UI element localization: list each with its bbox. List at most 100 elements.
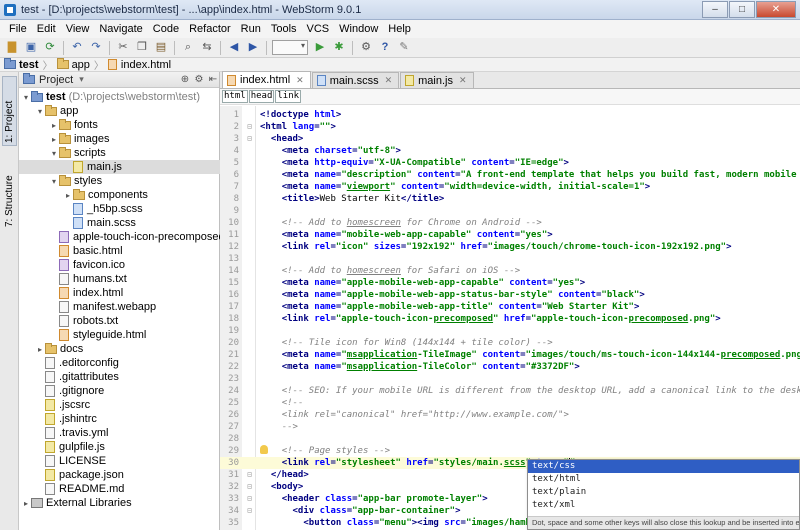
tree-item[interactable]: styleguide.html [19, 328, 146, 342]
replace-icon[interactable]: ⇆ [199, 40, 215, 56]
tree-item[interactable]: humans.txt [19, 272, 127, 286]
fold-marker-icon[interactable]: ⊟ [245, 133, 254, 145]
tab-main-scss[interactable]: main.scss ✕ [311, 72, 400, 88]
close-tab-icon[interactable]: ✕ [296, 75, 304, 86]
hide-panel-icon[interactable]: ⇤ [207, 74, 219, 85]
menu-tools[interactable]: Tools [266, 20, 302, 38]
tree-item[interactable]: main.scss [19, 216, 136, 230]
tree-item[interactable]: package.json [19, 468, 124, 482]
tree-item[interactable]: manifest.webapp [19, 300, 156, 314]
tree-item[interactable]: LICENSE [19, 454, 106, 468]
expanded-arrow-icon[interactable]: ▾ [35, 107, 45, 116]
image-file-icon [59, 231, 69, 243]
tag-breadcrumb-html[interactable]: html [222, 90, 248, 103]
refresh-icon[interactable]: ⟳ [42, 40, 58, 56]
tree-item[interactable]: .gitignore [19, 384, 104, 398]
fold-marker-icon[interactable]: ⊟ [245, 481, 254, 493]
tree-item[interactable]: ▾ scripts [19, 146, 106, 160]
tab-project-tool-window[interactable]: 1: Project [2, 76, 17, 146]
tree-item[interactable]: ▸ images [19, 132, 109, 146]
fold-marker-icon[interactable]: ⊟ [245, 469, 254, 481]
tree-item[interactable]: main.js [19, 160, 220, 174]
fold-marker-icon[interactable]: ⊟ [245, 505, 254, 517]
project-view-combo[interactable]: Project ▾ [23, 73, 84, 86]
breadcrumb-project[interactable]: test [4, 58, 39, 71]
find-icon[interactable]: ⌕ [180, 40, 196, 56]
open-folder-icon[interactable]: ▇ [4, 40, 20, 56]
tree-item[interactable]: .jshintrc [19, 412, 97, 426]
collapsed-arrow-icon[interactable]: ▸ [49, 121, 59, 130]
tree-item[interactable]: ▸ fonts [19, 118, 98, 132]
tab-index-html[interactable]: index.html ✕ [222, 71, 311, 88]
redo-icon[interactable]: ↷ [88, 40, 104, 56]
expanded-arrow-icon[interactable]: ▾ [49, 149, 59, 158]
back-icon[interactable]: ◀ [226, 40, 242, 56]
help-icon[interactable]: ? [377, 40, 393, 56]
copy-icon[interactable]: ❐ [134, 40, 150, 56]
collapsed-arrow-icon[interactable]: ▸ [21, 499, 31, 508]
tree-item[interactable]: robots.txt [19, 314, 118, 328]
tree-item[interactable]: .gitattributes [19, 370, 119, 384]
tree-item[interactable]: ▾ test (D:\projects\webstorm\test) [19, 90, 200, 104]
menu-edit[interactable]: Edit [32, 20, 61, 38]
menu-code[interactable]: Code [148, 20, 184, 38]
tag-breadcrumb-link[interactable]: link [275, 90, 302, 103]
collapsed-arrow-icon[interactable]: ▸ [49, 135, 59, 144]
paste-icon[interactable]: ▤ [153, 40, 169, 56]
breadcrumb-app[interactable]: app [56, 58, 90, 71]
save-icon[interactable]: ▣ [23, 40, 39, 56]
tree-item[interactable]: ▸ External Libraries [19, 496, 132, 510]
tab-main-js[interactable]: main.js ✕ [400, 72, 474, 88]
run-config-combo[interactable]: ▾ [272, 40, 308, 55]
completion-item[interactable]: text/css [528, 460, 799, 473]
panel-settings-icon[interactable]: ⚙ [193, 74, 205, 85]
collapsed-arrow-icon[interactable]: ▸ [63, 191, 73, 200]
completion-item[interactable]: text/xml [528, 499, 799, 512]
maximize-button[interactable]: □ [729, 1, 755, 18]
tree-item[interactable]: ▸ components [19, 188, 148, 202]
run-icon[interactable]: ▶ [312, 40, 328, 56]
tab-structure-tool-window[interactable]: 7: Structure [2, 152, 17, 230]
expanded-arrow-icon[interactable]: ▾ [49, 177, 59, 186]
menu-vcs[interactable]: VCS [302, 20, 335, 38]
tree-item[interactable]: ▸ docs [19, 342, 83, 356]
tree-item[interactable]: _h5bp.scss [19, 202, 143, 216]
tree-item[interactable]: gulpfile.js [19, 440, 105, 454]
close-tab-icon[interactable]: ✕ [459, 75, 467, 86]
completion-item[interactable]: text/plain [528, 486, 799, 499]
menu-file[interactable]: File [4, 20, 32, 38]
menu-view[interactable]: View [61, 20, 95, 38]
collapsed-arrow-icon[interactable]: ▸ [35, 345, 45, 354]
cut-icon[interactable]: ✂ [115, 40, 131, 56]
minimize-button[interactable]: – [702, 1, 728, 18]
tree-item[interactable]: README.md [19, 482, 124, 496]
tree-item[interactable]: basic.html [19, 244, 123, 258]
forward-icon[interactable]: ▶ [245, 40, 261, 56]
undo-icon[interactable]: ↶ [69, 40, 85, 56]
sync-icon[interactable]: ⊕ [179, 74, 191, 85]
menu-refactor[interactable]: Refactor [184, 20, 236, 38]
menu-window[interactable]: Window [334, 20, 383, 38]
tree-item[interactable]: .travis.yml [19, 426, 109, 440]
fold-marker-icon[interactable]: ⊟ [245, 121, 254, 133]
tag-breadcrumb-head[interactable]: head [248, 90, 275, 103]
completion-item[interactable]: text/html [528, 473, 799, 486]
menu-help[interactable]: Help [383, 20, 416, 38]
close-button[interactable]: ✕ [756, 1, 796, 18]
tree-item[interactable]: apple-touch-icon-precomposed.png [19, 230, 246, 244]
edit-icon[interactable]: ✎ [396, 40, 412, 56]
tree-item[interactable]: ▾ app [19, 104, 78, 118]
breadcrumb-file[interactable]: index.html [107, 59, 171, 71]
settings-icon[interactable]: ⚙ [358, 40, 374, 56]
expanded-arrow-icon[interactable]: ▾ [21, 93, 31, 102]
debug-icon[interactable]: ✱ [331, 40, 347, 56]
tree-item[interactable]: favicon.ico [19, 258, 125, 272]
menu-navigate[interactable]: Navigate [94, 20, 147, 38]
tree-item[interactable]: index.html [19, 286, 123, 300]
tree-item[interactable]: .jscsrc [19, 398, 90, 412]
menu-run[interactable]: Run [236, 20, 266, 38]
tree-item[interactable]: .editorconfig [19, 356, 119, 370]
tree-item[interactable]: ▾ styles [19, 174, 102, 188]
fold-marker-icon[interactable]: ⊟ [245, 493, 254, 505]
close-tab-icon[interactable]: ✕ [385, 75, 393, 86]
